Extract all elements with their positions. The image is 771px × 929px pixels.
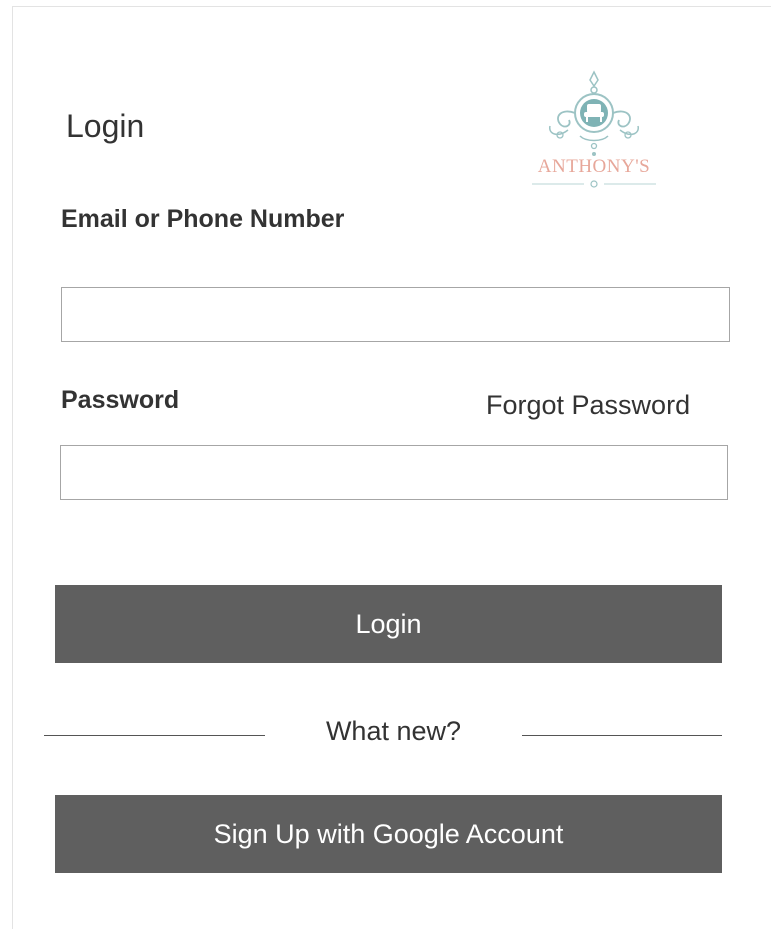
divider-line-right xyxy=(522,735,722,736)
password-input[interactable] xyxy=(60,445,728,500)
page-title: Login xyxy=(66,108,145,144)
divider-line-left xyxy=(44,735,265,736)
login-page: Login ANTHONY'S Email or Phone Number Pa… xyxy=(0,0,771,929)
forgot-password-link[interactable]: Forgot Password xyxy=(486,390,690,421)
email-input[interactable] xyxy=(61,287,730,342)
brand-logo: ANTHONY'S xyxy=(518,68,670,192)
email-label: Email or Phone Number xyxy=(61,205,345,233)
google-signup-button[interactable]: Sign Up with Google Account xyxy=(55,795,722,873)
divider-text: What new? xyxy=(325,716,462,746)
password-label: Password xyxy=(61,386,180,414)
logo-wordmark: ANTHONY'S xyxy=(537,156,651,177)
login-button[interactable]: Login xyxy=(55,585,722,663)
